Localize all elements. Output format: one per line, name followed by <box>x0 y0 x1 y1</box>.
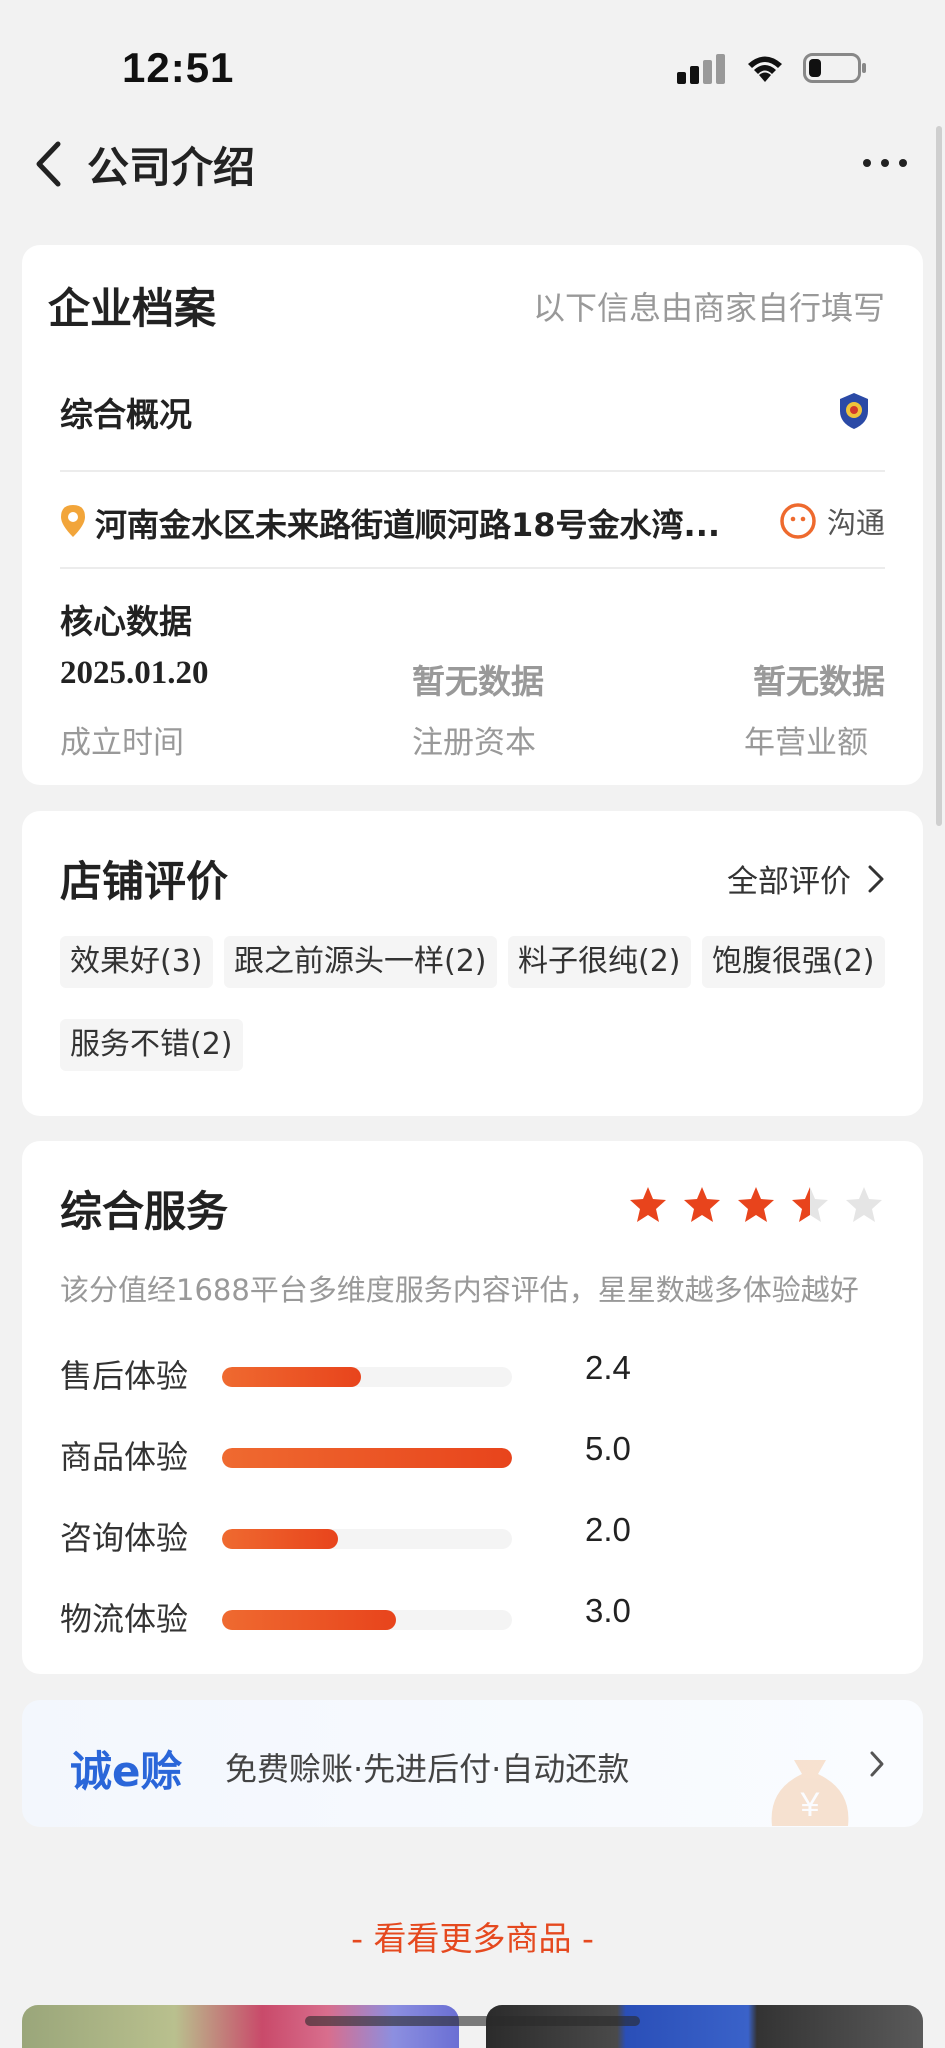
row-value: 2.0 <box>585 1511 631 1548</box>
star-icon <box>846 1187 882 1222</box>
back-button[interactable] <box>28 136 68 192</box>
all-reviews-label: 全部评价 <box>727 864 851 900</box>
contact-label: 沟通 <box>826 506 885 540</box>
service-title: 综合服务 <box>60 1187 229 1236</box>
progress-fill <box>222 1448 512 1468</box>
service-row-after-sales: 售后体验 2.4 <box>60 1347 660 1399</box>
more-dot-icon <box>863 159 871 167</box>
profile-card: 企业档案 以下信息由商家自行填写 综合概况 河南金水区未来路街道顺河路18号金水… <box>22 245 923 785</box>
review-tag[interactable]: 饱腹很强(2) <box>702 936 885 988</box>
location-pin-icon <box>58 503 88 543</box>
service-row-product: 商品体验 5.0 <box>60 1428 660 1480</box>
overview-label: 综合概况 <box>60 395 192 434</box>
row-label: 商品体验 <box>60 1438 189 1476</box>
wifi-icon <box>748 56 782 82</box>
credit-text: 免费赊账·先进后付·自动还款 <box>225 1750 630 1788</box>
status-icons <box>677 52 867 84</box>
star-icon <box>684 1187 720 1222</box>
more-products-link[interactable]: - 看看更多商品 - <box>0 1912 945 1960</box>
battery-icon <box>803 53 866 83</box>
profile-title: 企业档案 <box>48 284 217 333</box>
signal-icon <box>677 54 725 84</box>
product-thumbnail[interactable] <box>22 2005 459 2048</box>
row-label: 物流体验 <box>60 1600 189 1638</box>
credit-brand: 诚e赊 <box>70 1747 183 1796</box>
revenue-label: 年营业额 <box>744 725 868 761</box>
all-reviews-link[interactable]: 全部评价 <box>727 856 885 901</box>
more-button[interactable] <box>863 148 907 178</box>
row-value: 3.0 <box>585 1592 631 1629</box>
progress-track <box>222 1529 512 1549</box>
review-tag[interactable]: 服务不错(2) <box>60 1019 243 1071</box>
row-value: 5.0 <box>585 1430 631 1467</box>
progress-fill <box>222 1367 362 1387</box>
chat-face-icon <box>780 503 816 539</box>
divider <box>60 470 885 472</box>
progress-fill <box>222 1529 338 1549</box>
scrollbar[interactable] <box>936 126 942 826</box>
star-icon <box>792 1187 828 1222</box>
company-address[interactable]: 河南金水区未来路街道顺河路18号金水湾... <box>95 500 755 546</box>
credit-banner[interactable]: 诚e赊 免费赊账·先进后付·自动还款 ¥ <box>22 1700 923 1827</box>
chevron-right-icon <box>870 1751 884 1777</box>
row-value: 2.4 <box>585 1349 631 1386</box>
service-card: 综合服务 该分值经1688平台多维度服务内容评估，星星数越多体验越好 售后体验 … <box>22 1141 923 1674</box>
service-row-logistics: 物流体验 3.0 <box>60 1590 660 1642</box>
reviews-title: 店铺评价 <box>60 857 229 906</box>
reviews-card: 店铺评价 全部评价 效果好(3) 跟之前源头一样(2) 料子很纯(2) 饱腹很强… <box>22 811 923 1116</box>
revenue-value: 暂无数据 <box>753 662 885 701</box>
divider <box>60 567 885 569</box>
home-indicator[interactable] <box>305 2016 640 2026</box>
star-icon <box>738 1187 774 1222</box>
more-dot-icon <box>881 159 889 167</box>
progress-fill <box>222 1610 396 1630</box>
service-row-consult: 咨询体验 2.0 <box>60 1509 660 1561</box>
progress-track <box>222 1367 512 1387</box>
star-icon <box>630 1187 666 1222</box>
row-label: 售后体验 <box>60 1357 189 1395</box>
review-tag[interactable]: 跟之前源头一样(2) <box>224 936 497 988</box>
star-rating <box>628 1185 884 1225</box>
core-title: 核心数据 <box>60 602 192 641</box>
founded-label: 成立时间 <box>60 725 184 761</box>
money-bag-icon: ¥ <box>771 1760 849 1826</box>
page-title: 公司介绍 <box>87 143 256 192</box>
product-thumbnail[interactable] <box>486 2005 923 2048</box>
police-badge-icon[interactable] <box>837 391 871 435</box>
progress-track <box>222 1610 512 1630</box>
capital-value: 暂无数据 <box>412 662 544 701</box>
row-label: 咨询体验 <box>60 1519 189 1557</box>
review-tag[interactable]: 料子很纯(2) <box>508 936 691 988</box>
svg-text:¥: ¥ <box>800 1786 820 1824</box>
founded-value: 2025.01.20 <box>60 655 209 691</box>
contact-button[interactable]: 沟通 <box>779 500 885 542</box>
profile-note: 以下信息由商家自行填写 <box>532 289 885 327</box>
more-dot-icon <box>899 159 907 167</box>
status-time: 12:51 <box>122 44 235 91</box>
progress-track <box>222 1448 512 1468</box>
review-tag[interactable]: 效果好(3) <box>60 936 213 988</box>
chevron-right-icon <box>868 865 884 892</box>
capital-label: 注册资本 <box>412 725 536 761</box>
service-description: 该分值经1688平台多维度服务内容评估，星星数越多体验越好 <box>60 1273 859 1307</box>
chevron-left-icon <box>36 141 61 187</box>
